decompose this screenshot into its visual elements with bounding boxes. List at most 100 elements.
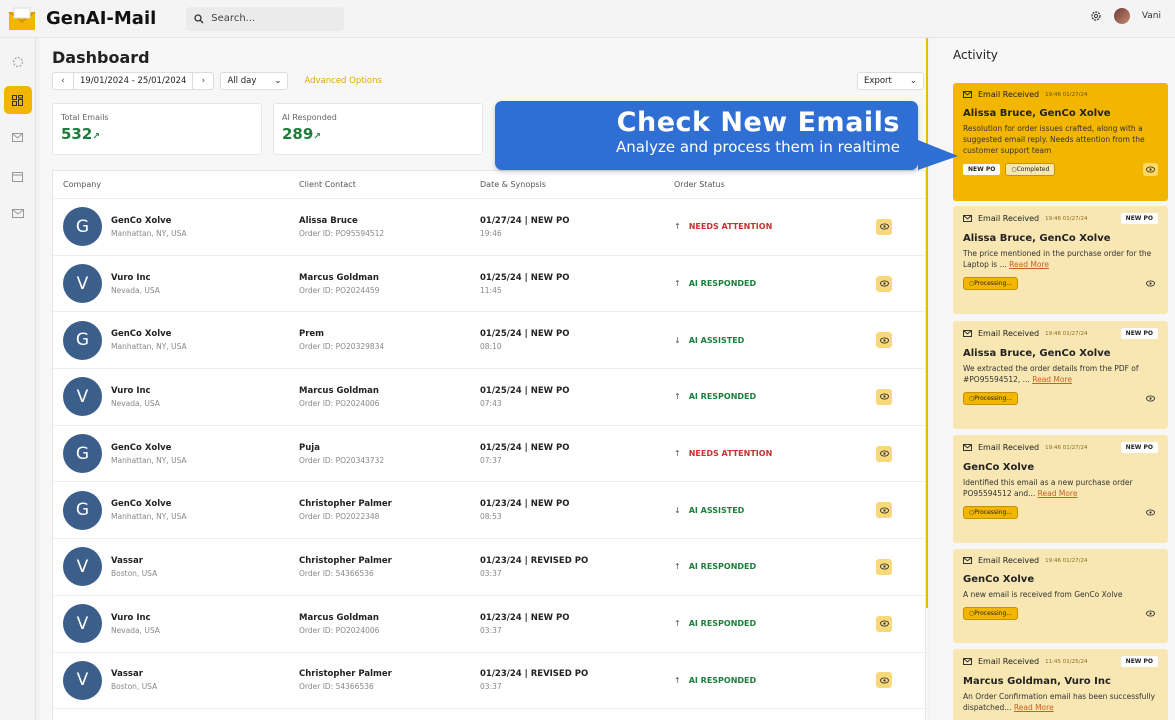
time: 11:45 bbox=[480, 285, 502, 295]
date-synopsis: 01/23/24 | NEW PO bbox=[480, 499, 570, 510]
company-name: GenCo Xolve bbox=[111, 442, 172, 453]
order-id: Order ID: 54366536 bbox=[299, 682, 374, 692]
view-eye-icon[interactable] bbox=[876, 502, 892, 519]
time: 03:37 bbox=[480, 682, 502, 692]
order-id: Order ID: PO20343732 bbox=[299, 455, 385, 465]
activity-card[interactable]: Email Received 19:46 01/27/24 NEW PO Alissa… bbox=[953, 321, 1168, 429]
gear-icon[interactable] bbox=[1090, 10, 1102, 22]
contact-name: Puja bbox=[299, 442, 320, 453]
view-eye-icon[interactable] bbox=[876, 445, 892, 462]
contact-name: Christopher Palmer bbox=[299, 555, 392, 566]
view-eye-icon[interactable] bbox=[876, 558, 892, 575]
sidebar-item-calendar[interactable] bbox=[4, 162, 32, 190]
date-range-picker[interactable]: ‹ 19/01/2024 - 25/01/2024 › bbox=[52, 72, 215, 90]
sidebar-item-loading[interactable] bbox=[4, 48, 32, 76]
table-body: G GenCo Xolve Manhattan, NY, USA Alissa Bru… bbox=[53, 199, 925, 710]
period-select[interactable]: All day ⌄ bbox=[220, 72, 289, 90]
status-text: AI ASSISTED bbox=[688, 505, 745, 515]
company-avatar: V bbox=[63, 660, 102, 700]
status-text: AI RESPONDED bbox=[688, 619, 757, 629]
company-avatar: G bbox=[63, 490, 102, 530]
company-name: GenCo Xolve bbox=[111, 215, 172, 226]
export-dropdown[interactable]: Export ⌄ bbox=[857, 72, 924, 90]
company-name: Vassar bbox=[111, 669, 143, 680]
table-row[interactable]: V Vassar Boston, USA Christopher Palmer Orde… bbox=[53, 539, 925, 596]
read-more-link[interactable]: Read More bbox=[1014, 703, 1054, 712]
activity-card[interactable]: Email Received 19:46 01/27/24 Alissa Bruce… bbox=[953, 83, 1168, 201]
user-avatar[interactable] bbox=[1113, 8, 1130, 24]
table-row[interactable]: V Vuro Inc Nevada, USA Marcus Goldman Order … bbox=[53, 256, 925, 313]
sidebar-item-dashboard[interactable] bbox=[3, 86, 32, 114]
user-name[interactable]: Vani bbox=[1142, 11, 1161, 21]
view-eye-icon[interactable] bbox=[876, 615, 892, 632]
card-title: Alissa Bruce, GenCo Xolve bbox=[963, 108, 1111, 119]
sidebar-item-inbox[interactable] bbox=[4, 200, 32, 228]
company-name: Vuro Inc bbox=[111, 385, 151, 396]
search-icon bbox=[194, 13, 204, 23]
search-input[interactable]: Search... bbox=[186, 6, 345, 31]
advanced-options-link[interactable]: Advanced Options bbox=[304, 76, 381, 86]
read-more-link[interactable]: Read More bbox=[1038, 489, 1078, 498]
view-eye-icon[interactable] bbox=[1143, 506, 1158, 519]
trend-arrow-icon: ↑ bbox=[674, 222, 681, 232]
orders-table: Company Client Contact Date & Synopsis O… bbox=[52, 170, 926, 720]
view-eye-icon[interactable] bbox=[1143, 277, 1158, 290]
card-body: An Order Confirmation email has been suc… bbox=[963, 692, 1156, 712]
card-timestamp: 11:45 01/25/24 bbox=[1045, 658, 1088, 665]
table-row[interactable]: V Vassar Boston, USA Christopher Palmer Orde… bbox=[53, 653, 925, 710]
contact-name: Prem bbox=[299, 329, 325, 340]
order-id: Order ID: PO2022348 bbox=[299, 512, 380, 522]
activity-card[interactable]: Email Received 19:46 01/27/24 GenCo Xolve A… bbox=[953, 549, 1168, 643]
table-row[interactable]: G GenCo Xolve Manhattan, NY, USA Prem Order … bbox=[53, 312, 925, 370]
read-more-link[interactable]: Read More bbox=[1032, 375, 1072, 384]
view-eye-icon[interactable] bbox=[876, 388, 892, 405]
trend-arrow-icon: ↑ bbox=[674, 449, 681, 459]
trend-arrow-icon: ↓ bbox=[674, 335, 681, 345]
date-synopsis: 01/27/24 | NEW PO bbox=[480, 215, 570, 226]
mail-icon bbox=[963, 215, 972, 222]
table-row[interactable]: G GenCo Xolve Manhattan, NY, USA Alissa Bru… bbox=[53, 199, 925, 256]
read-more-link[interactable]: Read More bbox=[1009, 260, 1049, 269]
view-eye-icon[interactable] bbox=[876, 332, 892, 349]
company-avatar: V bbox=[63, 604, 102, 644]
view-eye-icon[interactable] bbox=[1143, 607, 1158, 620]
contact-name: Marcus Goldman bbox=[299, 272, 379, 283]
date-range-value: 19/01/2024 - 25/01/2024 bbox=[73, 73, 194, 89]
stat-ai-responded: AI Responded 289↗ bbox=[273, 103, 483, 155]
company-location: Manhattan, NY, USA bbox=[111, 342, 187, 352]
view-eye-icon[interactable] bbox=[876, 672, 892, 689]
activity-panel: Activity Email Received 19:46 01/27/24 Ali… bbox=[930, 38, 1175, 720]
status-badge: ↑ NEEDS ATTENTION bbox=[674, 449, 864, 458]
next-range-button[interactable]: › bbox=[193, 76, 213, 86]
card-tag: NEW PO bbox=[1120, 442, 1158, 453]
activity-card[interactable]: Email Received 19:46 01/27/24 NEW PO GenCo … bbox=[953, 435, 1168, 543]
stat-label: AI Responded bbox=[282, 113, 337, 122]
company-location: Nevada, USA bbox=[111, 625, 160, 635]
card-body: We extracted the order details from the … bbox=[963, 364, 1139, 384]
card-head: Email Received bbox=[978, 657, 1040, 666]
table-row[interactable]: G GenCo Xolve Manhattan, NY, USA Puja Order … bbox=[53, 426, 925, 483]
view-eye-icon[interactable] bbox=[876, 218, 892, 235]
activity-card[interactable]: Email Received 19:46 01/27/24 NEW PO Alissa… bbox=[953, 206, 1168, 314]
card-body: Resolution for order issues crafted, alo… bbox=[963, 124, 1145, 155]
company-name: Vassar bbox=[111, 555, 143, 566]
card-tag: NEW PO bbox=[1120, 328, 1158, 339]
view-eye-icon[interactable] bbox=[876, 275, 892, 292]
table-row[interactable]: V Vuro Inc Nevada, USA Marcus Goldman Order … bbox=[53, 369, 925, 426]
trend-up-icon: ↗ bbox=[92, 132, 100, 142]
view-eye-icon[interactable] bbox=[1143, 392, 1158, 405]
timeline-divider bbox=[926, 38, 928, 608]
table-row[interactable]: G GenCo Xolve Manhattan, NY, USA Christophe… bbox=[53, 482, 925, 540]
company-location: Nevada, USA bbox=[111, 285, 160, 295]
contact-name: Christopher Palmer bbox=[299, 669, 392, 680]
sidebar-item-mail-settings[interactable] bbox=[4, 124, 32, 152]
activity-card[interactable]: Email Received 11:45 01/25/24 NEW PO Marcus… bbox=[953, 649, 1168, 720]
table-row[interactable]: V Vuro Inc Nevada, USA Marcus Goldman Order … bbox=[53, 596, 925, 653]
card-body: Identified this email as a new purchase … bbox=[963, 478, 1133, 498]
view-eye-icon[interactable] bbox=[1143, 162, 1158, 176]
prev-range-button[interactable]: ‹ bbox=[53, 76, 73, 86]
trend-arrow-icon: ↑ bbox=[674, 675, 681, 685]
card-state-badge: ○Processing... bbox=[963, 505, 1019, 519]
card-head: Email Received bbox=[978, 90, 1040, 99]
top-bar: GenAI-Mail Search... Vani bbox=[0, 0, 1175, 38]
